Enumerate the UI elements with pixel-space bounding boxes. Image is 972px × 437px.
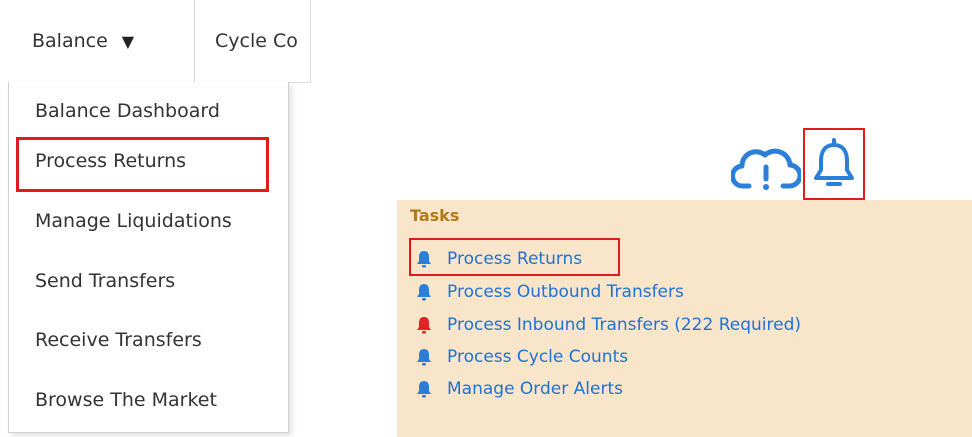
menu-item-label: Send Transfers — [35, 270, 176, 292]
highlight-box-process-returns-menu — [16, 137, 269, 192]
menu-item-manage-liquidations[interactable]: Manage Liquidations — [9, 192, 288, 250]
bell-icon — [417, 349, 431, 366]
bell-icon — [417, 381, 431, 398]
cloud-alert-icon[interactable] — [730, 141, 803, 193]
menu-item-label: Balance Dashboard — [35, 100, 220, 122]
bell-icon — [814, 138, 854, 186]
task-label: Process Cycle Counts — [447, 347, 629, 367]
bell-icon — [417, 284, 431, 301]
task-manage-order-alerts[interactable]: Manage Order Alerts — [415, 375, 623, 403]
task-process-inbound-transfers[interactable]: Process Inbound Transfers (222 Required) — [415, 311, 801, 339]
nav-tab-cycle-label: Cycle Co — [215, 30, 298, 52]
menu-item-browse-the-market[interactable]: Browse The Market — [9, 371, 288, 429]
menu-item-label: Browse The Market — [35, 389, 217, 411]
task-label: Process Inbound Transfers (222 Required) — [447, 315, 802, 335]
task-label: Manage Order Alerts — [447, 379, 623, 399]
tasks-panel: Tasks Process Returns Process Outbound T… — [397, 200, 972, 437]
tasks-title: Tasks — [410, 206, 460, 225]
menu-item-receive-transfers[interactable]: Receive Transfers — [9, 311, 288, 369]
top-nav: Balance ▼ Cycle Co — [8, 0, 311, 83]
balance-dropdown-menu: Balance Dashboard Process Returns Manage… — [8, 82, 289, 433]
nav-tab-balance-label: Balance — [32, 30, 108, 52]
task-process-outbound-transfers[interactable]: Process Outbound Transfers — [415, 278, 684, 306]
highlight-box-process-returns-task — [409, 238, 620, 276]
task-process-cycle-counts[interactable]: Process Cycle Counts — [415, 343, 628, 371]
menu-item-send-transfers[interactable]: Send Transfers — [9, 252, 288, 310]
menu-item-label: Manage Liquidations — [35, 210, 232, 232]
nav-tab-cycle-counts[interactable]: Cycle Co — [195, 0, 310, 82]
caret-down-icon: ▼ — [121, 31, 135, 51]
notifications-bell-button[interactable] — [803, 128, 865, 200]
task-label: Process Outbound Transfers — [447, 282, 684, 302]
nav-tab-balance[interactable]: Balance ▼ — [8, 0, 195, 82]
bell-alert-icon — [417, 317, 431, 334]
menu-item-label: Receive Transfers — [35, 329, 202, 351]
